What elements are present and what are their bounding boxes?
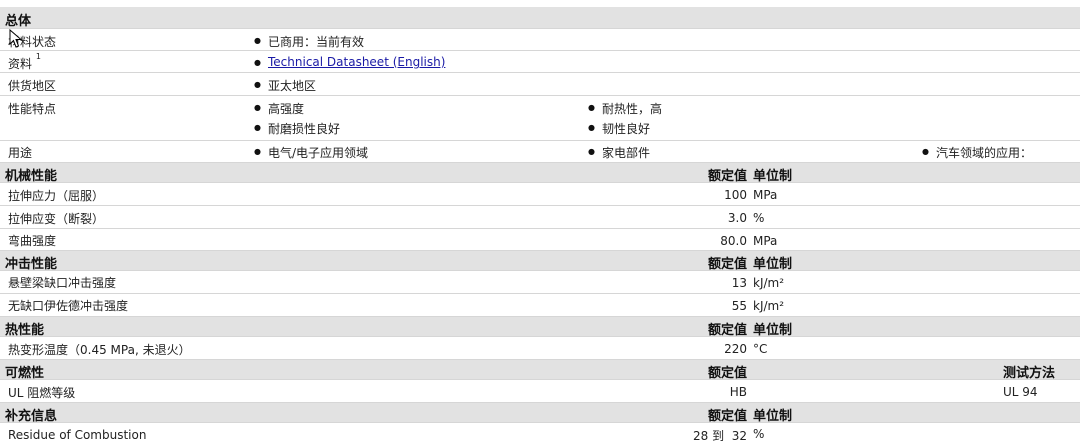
use-item: 家电部件 xyxy=(588,144,650,161)
section-header-general: 总体 xyxy=(0,7,1080,29)
footnote-marker: 1 xyxy=(35,52,41,61)
property-value: 100 xyxy=(724,188,747,202)
section-title: 总体 xyxy=(5,14,32,29)
section-header-thermal: 热性能 额定值 单位制 xyxy=(0,317,1080,338)
table-row: 拉伸应力（屈服） 100 MPa xyxy=(0,183,1080,206)
nominal-value-header: 额定值 xyxy=(707,257,747,272)
table-row: 悬壁梁缺口冲击强度 13 kJ/m² xyxy=(0,271,1080,294)
section-title: 热性能 xyxy=(5,323,45,338)
property-unit: kJ/m² xyxy=(753,299,785,313)
property-unit: °C xyxy=(753,342,768,356)
property-value: 80.0 xyxy=(720,234,747,248)
unit-header: 单位制 xyxy=(753,169,793,184)
property-name: 无缺口伊佐德冲击强度 xyxy=(8,299,129,313)
section-header-flammability: 可燃性 额定值 测试方法 xyxy=(0,360,1080,381)
section-header-supplemental: 补充信息 额定值 单位制 xyxy=(0,403,1080,424)
property-value: 13 xyxy=(731,276,747,290)
use-item: 电气/电子应用领域 xyxy=(254,144,368,161)
section-title: 补充信息 xyxy=(5,409,58,424)
availability-value: 亚太地区 xyxy=(254,77,316,94)
unit-header: 单位制 xyxy=(753,323,793,338)
property-name: Residue of Combustion xyxy=(8,428,147,442)
property-value: 3.0 xyxy=(727,211,747,225)
technical-datasheet-link[interactable]: Technical Datasheet (English) xyxy=(268,55,445,69)
features-row: 性能特点 高强度 耐热性，高 耐磨损性良好 韧性良好 xyxy=(0,96,1080,141)
feature-item: 韧性良好 xyxy=(588,120,650,137)
feature-item: 高强度 xyxy=(254,100,304,117)
property-unit: kJ/m² xyxy=(753,276,785,290)
property-unit: % xyxy=(753,427,765,441)
property-name: UL 阻燃等级 xyxy=(8,386,76,400)
documents-label: 资料 1 xyxy=(8,52,41,71)
property-value: HB xyxy=(729,385,747,399)
section-title: 机械性能 xyxy=(5,169,58,184)
property-unit: MPa xyxy=(753,234,778,248)
property-name: 拉伸应力（屈服） xyxy=(8,189,105,203)
section-header-impact: 冲击性能 额定值 单位制 xyxy=(0,251,1080,272)
table-row: 无缺口伊佐德冲击强度 55 kJ/m² xyxy=(0,294,1080,317)
mouse-cursor-icon xyxy=(9,29,23,48)
material-status-value: 已商用：当前有效 xyxy=(254,33,364,50)
table-row: Residue of Combustion 28 到 32 % xyxy=(0,423,1080,443)
table-row: UL 阻燃等级 HB UL 94 xyxy=(0,380,1080,403)
table-row: 热变形温度（0.45 MPa, 未退火） 220 °C xyxy=(0,337,1080,360)
documents-row: 资料 1 Technical Datasheet (English) xyxy=(0,51,1080,73)
documents-item: Technical Datasheet (English) xyxy=(254,55,445,69)
table-row: 拉伸应变（断裂） 3.0 % xyxy=(0,206,1080,229)
section-title: 冲击性能 xyxy=(5,257,58,272)
feature-item: 耐磨损性良好 xyxy=(254,120,340,137)
test-method-header: 测试方法 xyxy=(1003,366,1056,381)
nominal-value-header: 额定值 xyxy=(707,169,747,184)
property-name: 弯曲强度 xyxy=(8,234,57,248)
material-status-row: 材料状态 已商用：当前有效 xyxy=(0,29,1080,51)
section-header-mechanical: 机械性能 额定值 单位制 xyxy=(0,163,1080,184)
property-name: 热变形温度（0.45 MPa, 未退火） xyxy=(8,343,191,357)
feature-item: 耐热性，高 xyxy=(588,100,662,117)
property-unit: % xyxy=(753,211,765,225)
unit-header: 单位制 xyxy=(753,409,793,424)
features-label: 性能特点 xyxy=(8,102,57,116)
uses-label: 用途 xyxy=(8,146,33,160)
unit-header: 单位制 xyxy=(753,257,793,272)
table-row: 弯曲强度 80.0 MPa xyxy=(0,229,1080,251)
availability-label: 供货地区 xyxy=(8,79,57,93)
availability-row: 供货地区 亚太地区 xyxy=(0,73,1080,96)
uses-row: 用途 电气/电子应用领域 家电部件 汽车领域的应用： xyxy=(0,141,1080,163)
property-value: 28 到 32 xyxy=(693,429,747,443)
nominal-value-header: 额定值 xyxy=(707,409,747,424)
property-value: 55 xyxy=(731,299,747,313)
property-name: 悬壁梁缺口冲击强度 xyxy=(8,276,117,290)
property-unit: MPa xyxy=(753,188,778,202)
section-title: 可燃性 xyxy=(5,366,45,381)
nominal-value-header: 额定值 xyxy=(707,366,747,381)
test-method: UL 94 xyxy=(1003,385,1038,399)
property-name: 拉伸应变（断裂） xyxy=(8,212,105,226)
nominal-value-header: 额定值 xyxy=(707,323,747,338)
use-item: 汽车领域的应用： xyxy=(922,144,1032,161)
property-value: 220 xyxy=(724,342,747,356)
